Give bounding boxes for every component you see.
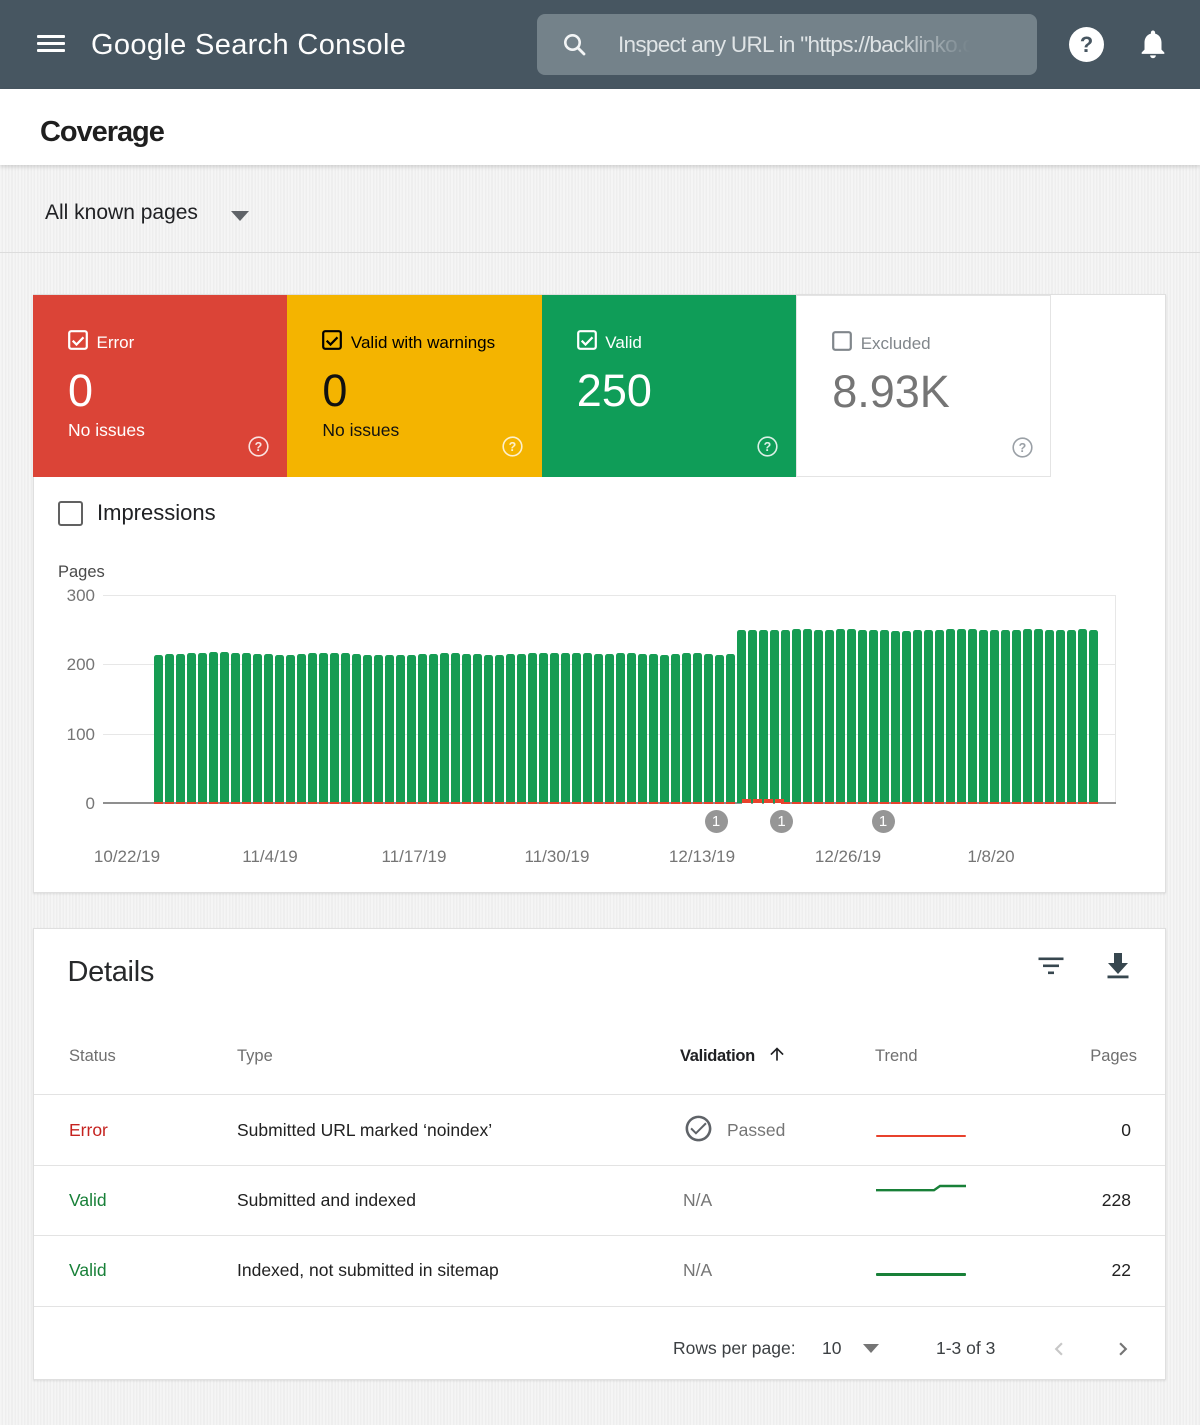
svg-text:?: ? [509,440,517,454]
svg-text:?: ? [1019,441,1027,455]
svg-text:?: ? [255,440,263,454]
svg-text:?: ? [763,440,771,454]
